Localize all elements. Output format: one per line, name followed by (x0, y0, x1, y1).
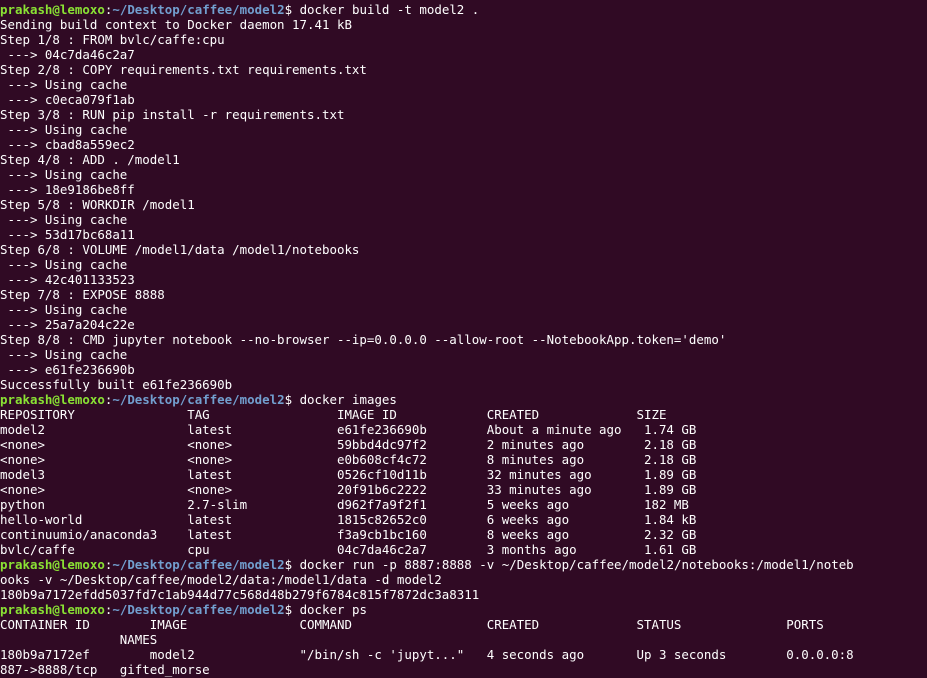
prompt-user-host: prakash@lemoxo (0, 557, 105, 572)
prompt-user-host: prakash@lemoxo (0, 392, 105, 407)
prompt-path: ~/Desktop/caffee/model2 (112, 392, 285, 407)
prompt-path: ~/Desktop/caffee/model2 (112, 2, 285, 17)
prompt-user-host: prakash@lemoxo (0, 2, 105, 17)
output-line: Step 3/8 : RUN pip install -r requiremen… (0, 107, 345, 122)
output-line: ---> Using cache (0, 212, 128, 227)
output-line: CONTAINER ID IMAGE COMMAND CREATED STATU… (0, 617, 824, 632)
output-line: bvlc/caffe cpu 04c7da46c2a7 3 months ago… (0, 542, 697, 557)
output-line: ooks -v ~/Desktop/caffee/model2/data:/mo… (0, 572, 442, 587)
command-text: docker ps (299, 602, 367, 617)
output-line: Successfully built e61fe236690b (0, 377, 233, 392)
prompt-line: prakash@lemoxo:~/Desktop/caffee/model2$ … (0, 2, 927, 17)
output-line: ---> Using cache (0, 122, 128, 137)
command-text: docker run -p 8887:8888 -v ~/Desktop/caf… (299, 557, 854, 572)
output-line: hello-world latest 1815c82652c0 6 weeks … (0, 512, 697, 527)
prompt-symbol: $ (284, 557, 300, 572)
output-line: 180b9a7172ef model2 "/bin/sh -c 'jupyt..… (0, 647, 854, 662)
output-line: ---> 18e9186be8ff (0, 182, 135, 197)
output-line: 180b9a7172efdd5037fd7c1ab944d77c568d48b2… (0, 587, 480, 602)
terminal-window[interactable]: prakash@lemoxo:~/Desktop/caffee/model2$ … (0, 2, 927, 678)
output-line: ---> Using cache (0, 347, 128, 362)
output-line: Sending build context to Docker daemon 1… (0, 17, 352, 32)
prompt-line: prakash@lemoxo:~/Desktop/caffee/model2$ … (0, 557, 927, 572)
prompt-path: ~/Desktop/caffee/model2 (112, 602, 285, 617)
output-line: python 2.7-slim d962f7a9f2f1 5 weeks ago… (0, 497, 689, 512)
prompt-symbol: $ (284, 392, 300, 407)
output-line: ---> Using cache (0, 257, 128, 272)
output-line: ---> 04c7da46c2a7 (0, 47, 135, 62)
command-text: docker images (299, 392, 397, 407)
prompt-user-host: prakash@lemoxo (0, 602, 105, 617)
output-line: Step 5/8 : WORKDIR /model1 (0, 197, 195, 212)
output-line: ---> c0eca079f1ab (0, 92, 135, 107)
output-line: REPOSITORY TAG IMAGE ID CREATED SIZE (0, 407, 667, 422)
output-line: model3 latest 0526cf10d11b 32 minutes ag… (0, 467, 697, 482)
output-line: model2 latest e61fe236690b About a minut… (0, 422, 697, 437)
command-text: docker build -t model2 . (299, 2, 480, 17)
output-line: 887->8888/tcp gifted_morse (0, 662, 210, 677)
output-line: Step 2/8 : COPY requirements.txt require… (0, 62, 367, 77)
prompt-line: prakash@lemoxo:~/Desktop/caffee/model2$ … (0, 602, 927, 617)
output-line: Step 6/8 : VOLUME /model1/data /model1/n… (0, 242, 360, 257)
output-line: ---> e61fe236690b (0, 362, 135, 377)
output-line: ---> Using cache (0, 167, 128, 182)
output-line: Step 8/8 : CMD jupyter notebook --no-bro… (0, 332, 727, 347)
output-line: ---> 42c401133523 (0, 272, 135, 287)
output-line: NAMES (0, 632, 158, 647)
output-line: ---> cbad8a559ec2 (0, 137, 135, 152)
prompt-path: ~/Desktop/caffee/model2 (112, 557, 285, 572)
output-line: Step 4/8 : ADD . /model1 (0, 152, 180, 167)
output-line: <none> <none> e0b608cf4c72 8 minutes ago… (0, 452, 697, 467)
output-line: <none> <none> 59bbd4dc97f2 2 minutes ago… (0, 437, 697, 452)
prompt-line: prakash@lemoxo:~/Desktop/caffee/model2$ … (0, 392, 927, 407)
output-line: continuumio/anaconda3 latest f3a9cb1bc16… (0, 527, 697, 542)
prompt-symbol: $ (284, 2, 300, 17)
prompt-symbol: $ (284, 602, 300, 617)
output-line: ---> Using cache (0, 302, 128, 317)
output-line: <none> <none> 20f91b6c2222 33 minutes ag… (0, 482, 697, 497)
output-line: ---> 53d17bc68a11 (0, 227, 135, 242)
output-line: ---> 25a7a204c22e (0, 317, 135, 332)
output-line: ---> Using cache (0, 77, 128, 92)
output-line: Step 1/8 : FROM bvlc/caffe:cpu (0, 32, 225, 47)
output-line: Step 7/8 : EXPOSE 8888 (0, 287, 165, 302)
